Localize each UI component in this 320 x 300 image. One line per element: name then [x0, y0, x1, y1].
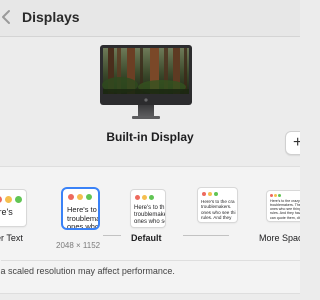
window-controls-icon	[68, 194, 95, 202]
resolution-option-more-space-1[interactable]: Here's to the cra troublemakers. ones wh…	[198, 188, 237, 222]
sample-text: Here's to troublema ones who	[67, 205, 98, 228]
display-name: Built-in Display	[106, 130, 194, 144]
resolution-label: 2048 × 1152	[56, 241, 101, 250]
resolution-option-2048x1152[interactable]: Here's to troublema ones who	[63, 189, 98, 228]
window-controls-icon	[135, 195, 156, 203]
slider-track	[183, 235, 229, 236]
back-chevron-icon[interactable]	[0, 7, 16, 27]
option-label: ger Text	[0, 233, 23, 243]
option-label-default: Default	[131, 233, 162, 243]
window-controls-icon	[0, 196, 25, 204]
resolution-option-more-space[interactable]: Here's to the crazy one troublemakers. T…	[267, 191, 300, 221]
panel-divider	[1, 260, 300, 261]
display-preview: Built-in Display +	[0, 37, 300, 157]
sample-text: Here's to the crazy one troublemakers. T…	[270, 199, 300, 220]
option-label-more-space: More Spac	[259, 233, 300, 243]
resolution-option-larger-text[interactable]: Here's	[0, 190, 26, 226]
page-title: Displays	[22, 9, 80, 25]
title-bar: Displays	[0, 0, 300, 37]
resolution-option-default[interactable]: Here's to th troublemake ones who se	[131, 190, 165, 227]
sample-text: Here's to th troublemake ones who se	[134, 205, 165, 225]
sample-text: Here's	[0, 207, 13, 217]
sample-text: Here's to the cra troublemakers. ones wh…	[201, 199, 236, 220]
imac-display-icon	[100, 45, 192, 119]
slider-track	[103, 235, 121, 236]
performance-note: g a scaled resolution may affect perform…	[0, 266, 175, 276]
resolution-panel: Here's ger Text Here's to troublema ones…	[0, 166, 300, 294]
add-display-button[interactable]: +	[285, 131, 300, 155]
displays-window: Displays Built-in Display + e's r Text H…	[0, 0, 300, 300]
